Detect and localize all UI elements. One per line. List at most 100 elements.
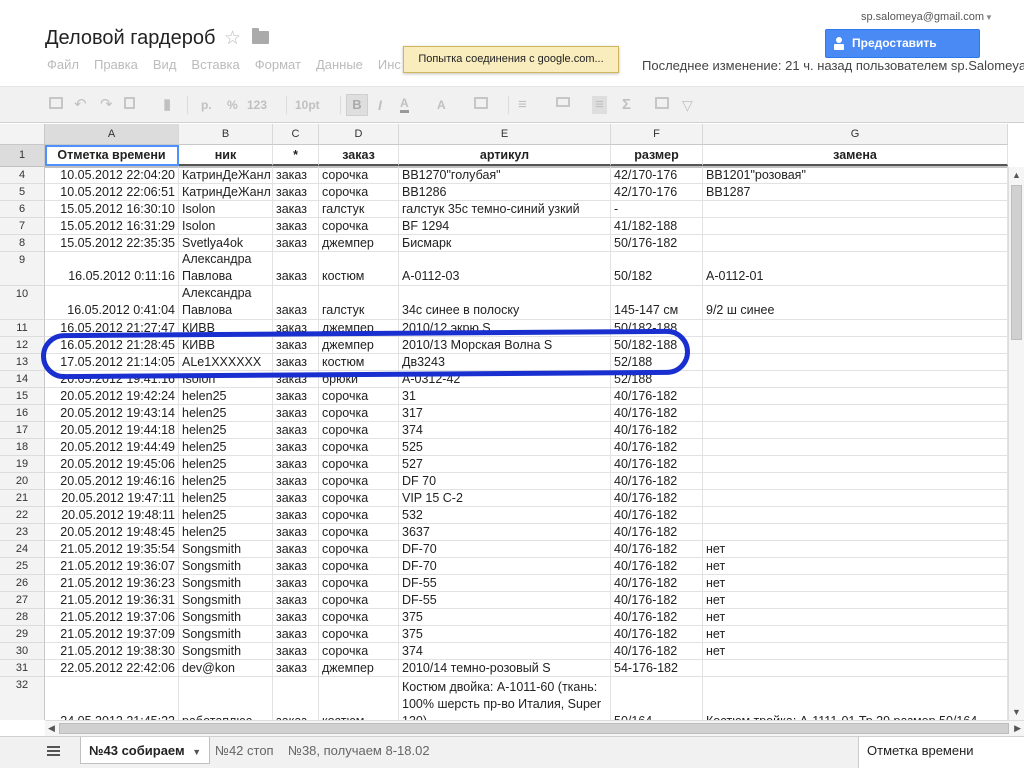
grid-cell[interactable]: Костюм тройка: А-1111-01 Тр 29 размер 50… [703, 677, 1008, 720]
grid-cell[interactable] [703, 388, 1008, 405]
grid-cell[interactable]: джемпер [319, 235, 399, 252]
grid-cell[interactable]: КатринДеЖанл [179, 184, 273, 201]
grid-cell[interactable]: нет [703, 592, 1008, 609]
grid-cell[interactable]: заказ [273, 218, 319, 235]
column-header-g[interactable]: G [703, 124, 1008, 145]
grid-cell[interactable]: 40/176-182 [611, 388, 703, 405]
grid-cell[interactable]: сорочка [319, 643, 399, 660]
row-header[interactable]: 15 [0, 388, 45, 405]
grid-cell[interactable]: А-0112-01 [703, 252, 1008, 286]
header-cell[interactable]: артикул [399, 145, 611, 166]
grid-cell[interactable]: Songsmith [179, 643, 273, 660]
grid-cell[interactable]: helen25 [179, 473, 273, 490]
grid-cell[interactable]: BB1286 [399, 184, 611, 201]
grid-cell[interactable]: КИВВ [179, 320, 273, 337]
bold-button[interactable]: B [346, 94, 368, 116]
grid-cell[interactable]: 20.05.2012 19:44:49 [45, 439, 179, 456]
grid-cell[interactable]: 16.05.2012 0:11:16 [45, 252, 179, 286]
grid-cell[interactable]: галстук 35с темно-синий узкий [399, 201, 611, 218]
grid-cell[interactable]: 317 [399, 405, 611, 422]
grid-cell[interactable]: dev@kon [179, 660, 273, 677]
grid-cell[interactable] [703, 337, 1008, 354]
grid-cell[interactable]: сорочка [319, 575, 399, 592]
grid-cell[interactable]: 40/176-182 [611, 575, 703, 592]
grid-cell[interactable]: заказ [273, 456, 319, 473]
grid-cell[interactable]: нет [703, 558, 1008, 575]
undo-icon[interactable]: ↶ [74, 96, 87, 114]
grid-cell[interactable]: Songsmith [179, 626, 273, 643]
grid-cell[interactable]: сорочка [319, 541, 399, 558]
grid-cell[interactable]: заказ [273, 660, 319, 677]
grid-cell[interactable]: helen25 [179, 456, 273, 473]
grid-cell[interactable]: джемпер [319, 320, 399, 337]
grid-cell[interactable]: 15.05.2012 16:31:29 [45, 218, 179, 235]
grid-cell[interactable]: 20.05.2012 19:48:45 [45, 524, 179, 541]
sum-button[interactable]: Σ [622, 96, 631, 114]
grid-cell[interactable]: 40/176-182 [611, 473, 703, 490]
grid-cell[interactable]: 20.05.2012 19:46:16 [45, 473, 179, 490]
grid-cell[interactable]: 20.05.2012 19:43:14 [45, 405, 179, 422]
grid-cell[interactable]: 34с синее в полоску [399, 286, 611, 320]
menu-format[interactable]: Формат [255, 57, 301, 72]
grid-cell[interactable] [703, 354, 1008, 371]
row-header[interactable]: 1 [0, 145, 45, 166]
grid-cell[interactable]: 31 [399, 388, 611, 405]
grid-cell[interactable]: нет [703, 575, 1008, 592]
sheet-tab[interactable]: №38, получаем 8-18.02 [288, 737, 430, 764]
grid-cell[interactable]: 21.05.2012 19:35:54 [45, 541, 179, 558]
grid-cell[interactable]: 50/182-188 [611, 337, 703, 354]
column-header-b[interactable]: B [179, 124, 273, 145]
grid-cell[interactable]: сорочка [319, 218, 399, 235]
grid-cell[interactable]: 16.05.2012 0:41:04 [45, 286, 179, 320]
grid-cell[interactable]: сорочка [319, 507, 399, 524]
grid-cell[interactable]: helen25 [179, 405, 273, 422]
grid-cell[interactable]: 20.05.2012 19:42:24 [45, 388, 179, 405]
grid-cell[interactable]: BB1287 [703, 184, 1008, 201]
row-header[interactable]: 5 [0, 184, 45, 201]
share-button[interactable]: Предоставить доступ [825, 29, 980, 77]
grid-cell[interactable]: 40/176-182 [611, 609, 703, 626]
grid-cell[interactable]: КатринДеЖанл [179, 167, 273, 184]
wrap-text-icon[interactable]: ≡ [592, 96, 607, 114]
grid-cell[interactable]: 20.05.2012 19:41:16 [45, 371, 179, 388]
grid-cell[interactable]: сорочка [319, 473, 399, 490]
grid-cell[interactable]: 532 [399, 507, 611, 524]
header-cell[interactable]: Отметка времени [45, 145, 179, 166]
header-cell[interactable]: замена [703, 145, 1008, 166]
grid-cell[interactable]: 525 [399, 439, 611, 456]
grid-cell[interactable]: helen25 [179, 439, 273, 456]
grid-cell[interactable]: сорочка [319, 456, 399, 473]
grid-cell[interactable]: 24.05.2012 21:45:22 [45, 677, 179, 720]
grid-cell[interactable]: заказ [273, 201, 319, 218]
row-header[interactable]: 26 [0, 575, 45, 592]
grid-cell[interactable]: заказ [273, 252, 319, 286]
grid-cell[interactable]: 50/182 [611, 252, 703, 286]
grid-cell[interactable]: 16.05.2012 21:28:45 [45, 337, 179, 354]
grid-cell[interactable]: 2010/13 Морская Волна S [399, 337, 611, 354]
row-header[interactable]: 30 [0, 643, 45, 660]
row-header[interactable]: 23 [0, 524, 45, 541]
row-header[interactable]: 21 [0, 490, 45, 507]
grid-cell[interactable]: 52/188 [611, 371, 703, 388]
row-header[interactable]: 17 [0, 422, 45, 439]
grid-cell[interactable]: костюм [319, 677, 399, 720]
grid-cell[interactable]: заказ [273, 184, 319, 201]
grid-cell[interactable]: helen25 [179, 490, 273, 507]
grid-cell[interactable]: костюм [319, 252, 399, 286]
grid-cell[interactable]: 40/176-182 [611, 643, 703, 660]
grid-cell[interactable] [703, 473, 1008, 490]
header-cell[interactable]: ник [179, 145, 273, 166]
grid-cell[interactable]: сорочка [319, 388, 399, 405]
grid-cell[interactable]: заказ [273, 337, 319, 354]
grid-cell[interactable] [703, 235, 1008, 252]
grid-cell[interactable]: 50/182-188 [611, 320, 703, 337]
align-left-icon[interactable]: ≡ [518, 96, 527, 114]
vertical-scroll-thumb[interactable] [1011, 185, 1022, 340]
menu-edit[interactable]: Правка [94, 57, 138, 72]
paste-icon[interactable] [124, 97, 135, 109]
column-header-f[interactable]: F [611, 124, 703, 145]
grid-cell[interactable]: заказ [273, 371, 319, 388]
grid-cell[interactable] [703, 507, 1008, 524]
grid-cell[interactable]: DF-70 [399, 541, 611, 558]
grid-cell[interactable]: сорочка [319, 626, 399, 643]
